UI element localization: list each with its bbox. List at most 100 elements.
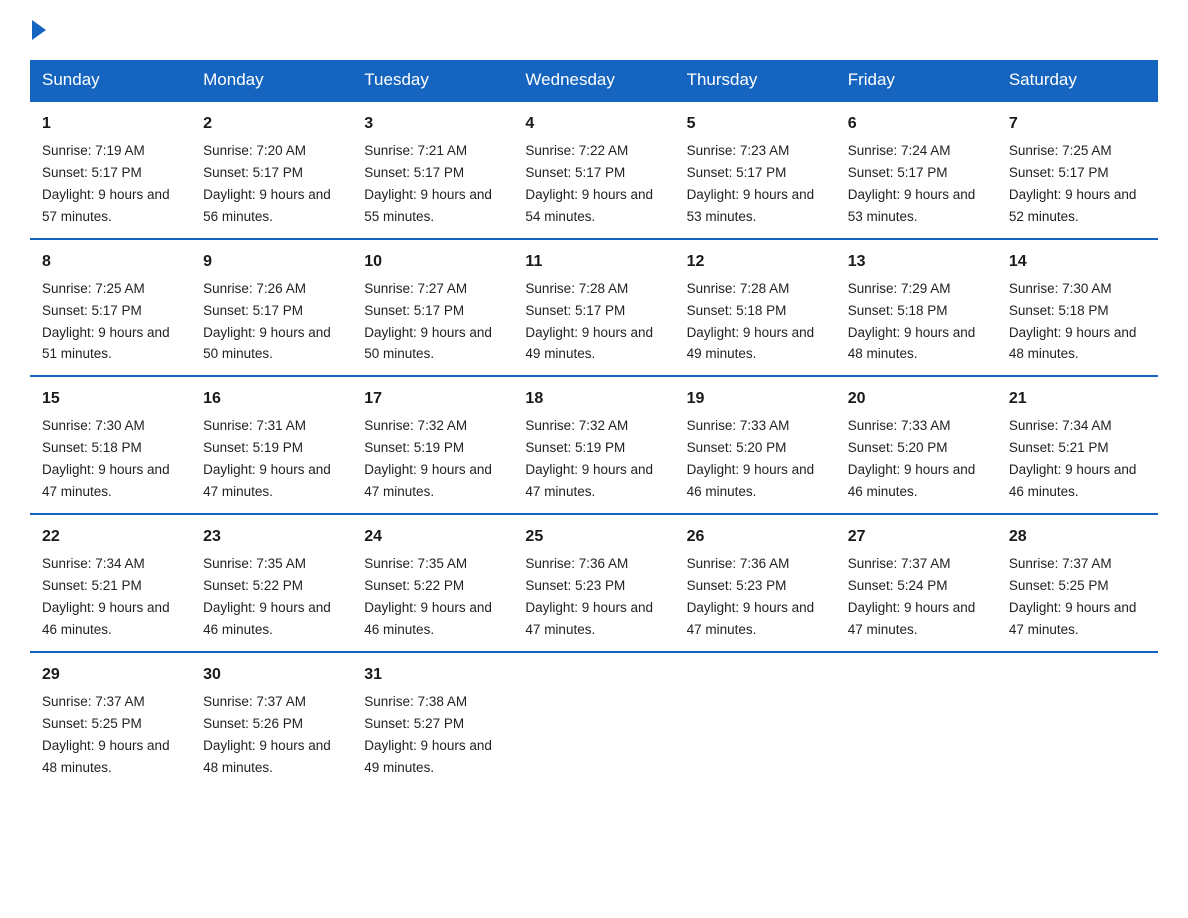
header-monday: Monday	[191, 60, 352, 101]
calendar-cell: 9 Sunrise: 7:26 AMSunset: 5:17 PMDayligh…	[191, 239, 352, 377]
header-saturday: Saturday	[997, 60, 1158, 101]
calendar-cell: 1 Sunrise: 7:19 AMSunset: 5:17 PMDayligh…	[30, 101, 191, 239]
day-info: Sunrise: 7:25 AMSunset: 5:17 PMDaylight:…	[42, 281, 170, 362]
day-info: Sunrise: 7:30 AMSunset: 5:18 PMDaylight:…	[42, 418, 170, 499]
day-number: 15	[42, 387, 179, 411]
calendar-cell: 24 Sunrise: 7:35 AMSunset: 5:22 PMDaylig…	[352, 514, 513, 652]
day-info: Sunrise: 7:22 AMSunset: 5:17 PMDaylight:…	[525, 143, 653, 224]
day-info: Sunrise: 7:30 AMSunset: 5:18 PMDaylight:…	[1009, 281, 1137, 362]
day-number: 24	[364, 525, 501, 549]
day-info: Sunrise: 7:32 AMSunset: 5:19 PMDaylight:…	[364, 418, 492, 499]
day-info: Sunrise: 7:28 AMSunset: 5:18 PMDaylight:…	[687, 281, 815, 362]
day-number: 6	[848, 112, 985, 136]
day-number: 25	[525, 525, 662, 549]
day-number: 20	[848, 387, 985, 411]
day-info: Sunrise: 7:33 AMSunset: 5:20 PMDaylight:…	[687, 418, 815, 499]
day-info: Sunrise: 7:37 AMSunset: 5:24 PMDaylight:…	[848, 556, 976, 637]
day-number: 4	[525, 112, 662, 136]
calendar-cell: 16 Sunrise: 7:31 AMSunset: 5:19 PMDaylig…	[191, 376, 352, 514]
day-number: 8	[42, 250, 179, 274]
calendar-cell: 11 Sunrise: 7:28 AMSunset: 5:17 PMDaylig…	[513, 239, 674, 377]
logo-triangle-icon	[32, 20, 46, 40]
calendar-cell: 14 Sunrise: 7:30 AMSunset: 5:18 PMDaylig…	[997, 239, 1158, 377]
day-number: 31	[364, 663, 501, 687]
day-info: Sunrise: 7:25 AMSunset: 5:17 PMDaylight:…	[1009, 143, 1137, 224]
calendar-cell: 30 Sunrise: 7:37 AMSunset: 5:26 PMDaylig…	[191, 652, 352, 789]
calendar-cell: 26 Sunrise: 7:36 AMSunset: 5:23 PMDaylig…	[675, 514, 836, 652]
page-header	[30, 20, 1158, 40]
day-number: 2	[203, 112, 340, 136]
calendar-cell: 21 Sunrise: 7:34 AMSunset: 5:21 PMDaylig…	[997, 376, 1158, 514]
calendar-cell: 3 Sunrise: 7:21 AMSunset: 5:17 PMDayligh…	[352, 101, 513, 239]
header-wednesday: Wednesday	[513, 60, 674, 101]
day-number: 19	[687, 387, 824, 411]
calendar-cell: 15 Sunrise: 7:30 AMSunset: 5:18 PMDaylig…	[30, 376, 191, 514]
day-number: 27	[848, 525, 985, 549]
calendar-cell: 18 Sunrise: 7:32 AMSunset: 5:19 PMDaylig…	[513, 376, 674, 514]
calendar-cell: 27 Sunrise: 7:37 AMSunset: 5:24 PMDaylig…	[836, 514, 997, 652]
calendar-week-4: 22 Sunrise: 7:34 AMSunset: 5:21 PMDaylig…	[30, 514, 1158, 652]
day-number: 16	[203, 387, 340, 411]
day-info: Sunrise: 7:36 AMSunset: 5:23 PMDaylight:…	[687, 556, 815, 637]
day-number: 18	[525, 387, 662, 411]
day-number: 26	[687, 525, 824, 549]
calendar-cell: 13 Sunrise: 7:29 AMSunset: 5:18 PMDaylig…	[836, 239, 997, 377]
day-number: 23	[203, 525, 340, 549]
calendar-cell: 25 Sunrise: 7:36 AMSunset: 5:23 PMDaylig…	[513, 514, 674, 652]
day-info: Sunrise: 7:31 AMSunset: 5:19 PMDaylight:…	[203, 418, 331, 499]
day-number: 5	[687, 112, 824, 136]
calendar-cell: 6 Sunrise: 7:24 AMSunset: 5:17 PMDayligh…	[836, 101, 997, 239]
day-info: Sunrise: 7:37 AMSunset: 5:25 PMDaylight:…	[42, 694, 170, 775]
day-info: Sunrise: 7:20 AMSunset: 5:17 PMDaylight:…	[203, 143, 331, 224]
day-info: Sunrise: 7:33 AMSunset: 5:20 PMDaylight:…	[848, 418, 976, 499]
calendar-cell: 10 Sunrise: 7:27 AMSunset: 5:17 PMDaylig…	[352, 239, 513, 377]
calendar-cell	[836, 652, 997, 789]
calendar-table: SundayMondayTuesdayWednesdayThursdayFrid…	[30, 60, 1158, 788]
day-number: 22	[42, 525, 179, 549]
calendar-week-3: 15 Sunrise: 7:30 AMSunset: 5:18 PMDaylig…	[30, 376, 1158, 514]
calendar-cell: 23 Sunrise: 7:35 AMSunset: 5:22 PMDaylig…	[191, 514, 352, 652]
day-info: Sunrise: 7:35 AMSunset: 5:22 PMDaylight:…	[203, 556, 331, 637]
day-info: Sunrise: 7:26 AMSunset: 5:17 PMDaylight:…	[203, 281, 331, 362]
calendar-cell	[675, 652, 836, 789]
calendar-cell	[997, 652, 1158, 789]
day-number: 12	[687, 250, 824, 274]
calendar-cell: 20 Sunrise: 7:33 AMSunset: 5:20 PMDaylig…	[836, 376, 997, 514]
day-info: Sunrise: 7:19 AMSunset: 5:17 PMDaylight:…	[42, 143, 170, 224]
calendar-week-5: 29 Sunrise: 7:37 AMSunset: 5:25 PMDaylig…	[30, 652, 1158, 789]
day-number: 9	[203, 250, 340, 274]
day-info: Sunrise: 7:29 AMSunset: 5:18 PMDaylight:…	[848, 281, 976, 362]
day-info: Sunrise: 7:34 AMSunset: 5:21 PMDaylight:…	[42, 556, 170, 637]
day-info: Sunrise: 7:37 AMSunset: 5:25 PMDaylight:…	[1009, 556, 1137, 637]
day-info: Sunrise: 7:34 AMSunset: 5:21 PMDaylight:…	[1009, 418, 1137, 499]
day-number: 28	[1009, 525, 1146, 549]
day-info: Sunrise: 7:27 AMSunset: 5:17 PMDaylight:…	[364, 281, 492, 362]
calendar-header-row: SundayMondayTuesdayWednesdayThursdayFrid…	[30, 60, 1158, 101]
day-info: Sunrise: 7:32 AMSunset: 5:19 PMDaylight:…	[525, 418, 653, 499]
calendar-cell: 2 Sunrise: 7:20 AMSunset: 5:17 PMDayligh…	[191, 101, 352, 239]
header-friday: Friday	[836, 60, 997, 101]
day-number: 10	[364, 250, 501, 274]
day-info: Sunrise: 7:28 AMSunset: 5:17 PMDaylight:…	[525, 281, 653, 362]
logo	[30, 20, 48, 40]
day-number: 1	[42, 112, 179, 136]
calendar-cell: 31 Sunrise: 7:38 AMSunset: 5:27 PMDaylig…	[352, 652, 513, 789]
calendar-cell: 22 Sunrise: 7:34 AMSunset: 5:21 PMDaylig…	[30, 514, 191, 652]
calendar-cell: 12 Sunrise: 7:28 AMSunset: 5:18 PMDaylig…	[675, 239, 836, 377]
day-info: Sunrise: 7:36 AMSunset: 5:23 PMDaylight:…	[525, 556, 653, 637]
day-number: 11	[525, 250, 662, 274]
day-number: 13	[848, 250, 985, 274]
day-number: 29	[42, 663, 179, 687]
day-number: 7	[1009, 112, 1146, 136]
day-info: Sunrise: 7:21 AMSunset: 5:17 PMDaylight:…	[364, 143, 492, 224]
day-number: 14	[1009, 250, 1146, 274]
calendar-cell: 7 Sunrise: 7:25 AMSunset: 5:17 PMDayligh…	[997, 101, 1158, 239]
day-info: Sunrise: 7:23 AMSunset: 5:17 PMDaylight:…	[687, 143, 815, 224]
calendar-cell: 29 Sunrise: 7:37 AMSunset: 5:25 PMDaylig…	[30, 652, 191, 789]
day-info: Sunrise: 7:38 AMSunset: 5:27 PMDaylight:…	[364, 694, 492, 775]
day-info: Sunrise: 7:37 AMSunset: 5:26 PMDaylight:…	[203, 694, 331, 775]
calendar-cell: 19 Sunrise: 7:33 AMSunset: 5:20 PMDaylig…	[675, 376, 836, 514]
day-number: 3	[364, 112, 501, 136]
calendar-cell: 5 Sunrise: 7:23 AMSunset: 5:17 PMDayligh…	[675, 101, 836, 239]
header-tuesday: Tuesday	[352, 60, 513, 101]
